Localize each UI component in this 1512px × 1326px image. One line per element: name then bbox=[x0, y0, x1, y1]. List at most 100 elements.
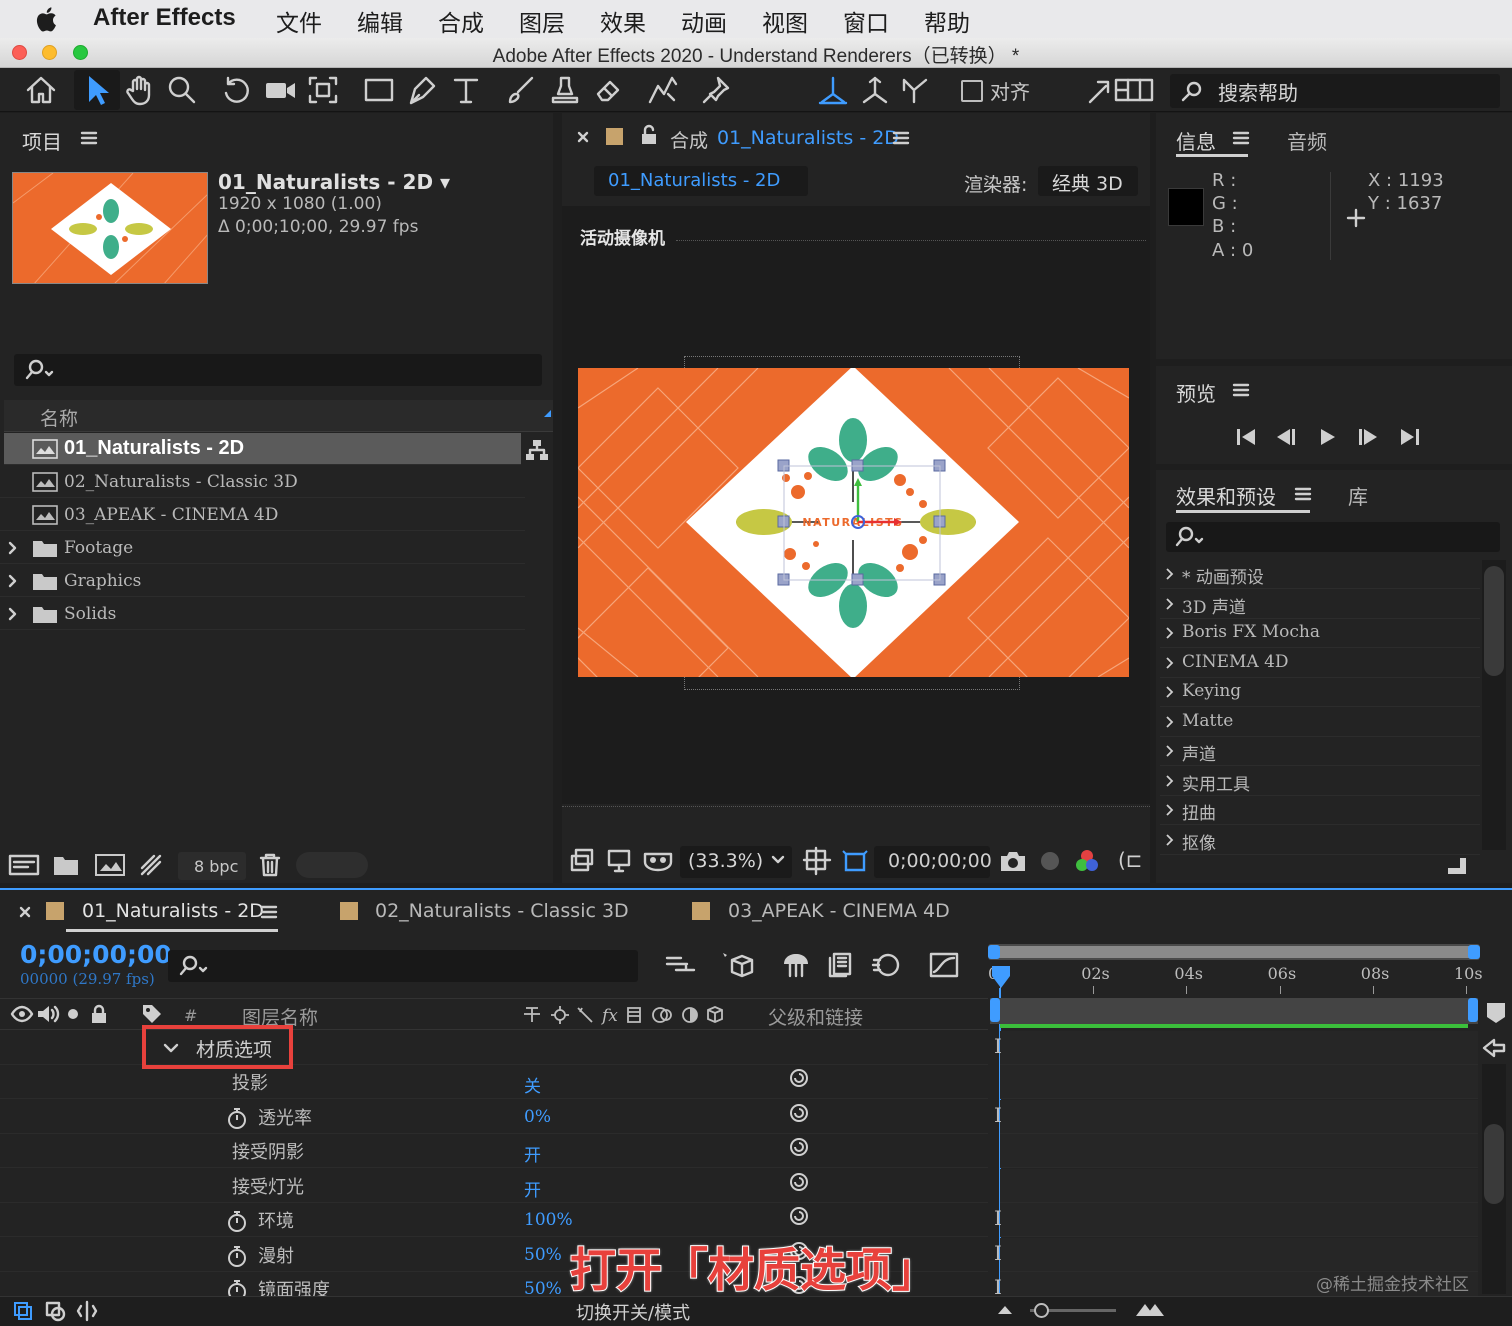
menu-composition[interactable]: 合成 bbox=[438, 4, 484, 38]
property-track[interactable] bbox=[1000, 1237, 1478, 1272]
panel-menu-icon[interactable] bbox=[1232, 130, 1250, 146]
property-value[interactable]: 50% bbox=[524, 1245, 562, 1265]
menu-edit[interactable]: 编辑 bbox=[357, 4, 403, 38]
previous-frame-icon[interactable] bbox=[1274, 426, 1298, 448]
workspace-icon[interactable] bbox=[1114, 76, 1154, 104]
effects-category-item[interactable]: 声道 bbox=[1160, 737, 1480, 766]
timeline-scrollbar-thumb[interactable] bbox=[1484, 1124, 1504, 1204]
menu-animation[interactable]: 动画 bbox=[681, 4, 727, 38]
property-row[interactable] bbox=[0, 1100, 988, 1134]
timeline-timecode[interactable]: 0;00;00;00 bbox=[20, 940, 172, 969]
rotate-tool-icon[interactable] bbox=[220, 74, 254, 106]
frame-blending-icon[interactable] bbox=[826, 950, 856, 980]
chevron-right-icon[interactable] bbox=[1164, 774, 1176, 788]
project-folder-footage[interactable]: Footage bbox=[0, 532, 525, 564]
pick-whip-icon[interactable] bbox=[788, 1102, 810, 1124]
lock-icon[interactable] bbox=[88, 1003, 110, 1025]
type-tool-icon[interactable] bbox=[450, 74, 484, 106]
pick-whip-icon[interactable] bbox=[788, 1067, 810, 1089]
always-preview-icon[interactable] bbox=[570, 848, 596, 874]
panel-menu-icon[interactable] bbox=[1232, 382, 1250, 398]
align-checkbox[interactable] bbox=[961, 80, 983, 102]
in-out-toggle-icon[interactable] bbox=[76, 1300, 98, 1322]
apple-icon[interactable] bbox=[34, 5, 60, 33]
transfer-controls-toggle-icon[interactable] bbox=[44, 1300, 66, 1322]
project-folder-graphics[interactable]: Graphics bbox=[0, 565, 525, 597]
pen-tool-icon[interactable] bbox=[406, 74, 440, 106]
property-value[interactable]: 0% bbox=[524, 1107, 551, 1127]
speaker-icon[interactable] bbox=[36, 1004, 60, 1024]
camera-tool-icon[interactable] bbox=[264, 74, 298, 106]
comp-canvas[interactable]: NATURALISTS bbox=[578, 368, 1129, 677]
material-options-track[interactable] bbox=[1000, 1031, 1478, 1065]
comp-info-name[interactable]: 01_Naturalists - 2D ▾ bbox=[218, 170, 450, 194]
property-row[interactable] bbox=[0, 1065, 988, 1099]
last-frame-icon[interactable] bbox=[1398, 426, 1422, 448]
effects-category-item[interactable]: Keying bbox=[1160, 678, 1480, 707]
chevron-right-icon[interactable] bbox=[6, 573, 20, 589]
effects-category-item[interactable]: Boris FX Mocha bbox=[1160, 619, 1480, 648]
close-icon[interactable] bbox=[576, 130, 590, 144]
thumbnail-slider[interactable] bbox=[296, 852, 368, 878]
pick-whip-icon[interactable] bbox=[788, 1205, 810, 1227]
keyframe-nav-icon[interactable]: I bbox=[994, 1241, 1002, 1265]
motion-blur-icon[interactable] bbox=[870, 950, 902, 980]
channel-rgb-icon[interactable] bbox=[1072, 846, 1102, 876]
timeline-search-input[interactable] bbox=[168, 950, 638, 982]
property-track[interactable] bbox=[1000, 1065, 1478, 1099]
close-icon[interactable] bbox=[18, 905, 32, 919]
selection-tool-icon[interactable] bbox=[84, 74, 112, 106]
puppet-pin-tool-icon[interactable] bbox=[700, 74, 734, 106]
graph-editor-icon[interactable] bbox=[928, 950, 960, 980]
monitor-icon[interactable] bbox=[606, 848, 632, 874]
lock-icon[interactable] bbox=[640, 124, 658, 146]
stopwatch-icon[interactable] bbox=[226, 1106, 248, 1130]
preview-title[interactable]: 预览 bbox=[1176, 378, 1216, 407]
playhead-icon[interactable] bbox=[990, 964, 1012, 990]
panel-menu-icon[interactable] bbox=[1294, 486, 1312, 502]
chevron-down-icon[interactable] bbox=[162, 1040, 180, 1056]
stopwatch-icon[interactable] bbox=[226, 1209, 248, 1233]
effects-category-item[interactable]: 实用工具 bbox=[1160, 767, 1480, 796]
in-point-handle[interactable] bbox=[990, 998, 1000, 1022]
project-panel-title[interactable]: 项目 bbox=[22, 126, 62, 155]
toggle-switches-modes[interactable]: 切换开关/模式 bbox=[576, 1299, 690, 1325]
property-track[interactable] bbox=[1000, 1134, 1478, 1168]
panel-menu-icon[interactable] bbox=[260, 904, 278, 920]
eye-icon[interactable] bbox=[10, 1004, 34, 1024]
switches-header-icons[interactable]: fx bbox=[520, 1004, 760, 1026]
snapshot-camera-icon[interactable] bbox=[998, 848, 1028, 874]
property-value[interactable]: 开 bbox=[524, 1141, 541, 1166]
world-axis-mode-icon[interactable] bbox=[858, 74, 892, 106]
project-settings-icon[interactable] bbox=[138, 852, 166, 878]
property-row[interactable] bbox=[0, 1169, 988, 1203]
tab-info[interactable]: 信息 bbox=[1176, 126, 1216, 155]
new-bin-icon[interactable] bbox=[1444, 854, 1470, 878]
draft-3d-icon[interactable] bbox=[720, 950, 754, 980]
comp-button-icon[interactable] bbox=[1480, 1034, 1508, 1062]
chevron-right-icon[interactable] bbox=[1164, 656, 1176, 670]
time-zoom-thumb[interactable] bbox=[1034, 1303, 1049, 1318]
tab-library[interactable]: 库 bbox=[1348, 481, 1368, 510]
project-folder-solids[interactable]: Solids bbox=[0, 598, 525, 630]
grid-guide-icon[interactable] bbox=[802, 846, 832, 876]
pick-whip-icon[interactable] bbox=[788, 1171, 810, 1193]
region-of-interest-icon[interactable] bbox=[840, 846, 870, 876]
effects-category-item[interactable]: 抠像 bbox=[1160, 826, 1480, 855]
effects-scrollbar-thumb[interactable] bbox=[1484, 566, 1504, 676]
zoom-out-icon[interactable] bbox=[994, 1302, 1016, 1318]
property-value[interactable]: 关 bbox=[524, 1072, 541, 1097]
menu-view[interactable]: 视图 bbox=[762, 4, 808, 38]
menu-effect[interactable]: 效果 bbox=[600, 4, 646, 38]
home-icon[interactable] bbox=[24, 74, 58, 106]
chevron-right-icon[interactable] bbox=[1164, 715, 1176, 729]
first-frame-icon[interactable] bbox=[1234, 426, 1258, 448]
chevron-right-icon[interactable] bbox=[1164, 744, 1176, 758]
timeline-tab-1[interactable]: 01_Naturalists - 2D bbox=[82, 900, 264, 922]
chevron-right-icon[interactable] bbox=[1164, 597, 1176, 611]
hand-tool-icon[interactable] bbox=[124, 74, 156, 106]
timeline-tab-3[interactable]: 03_APEAK - CINEMA 4D bbox=[728, 900, 950, 922]
effects-category-item[interactable]: CINEMA 4D bbox=[1160, 649, 1480, 678]
property-row[interactable] bbox=[0, 1134, 988, 1168]
keyframe-nav-icon[interactable]: I bbox=[994, 1103, 1002, 1127]
